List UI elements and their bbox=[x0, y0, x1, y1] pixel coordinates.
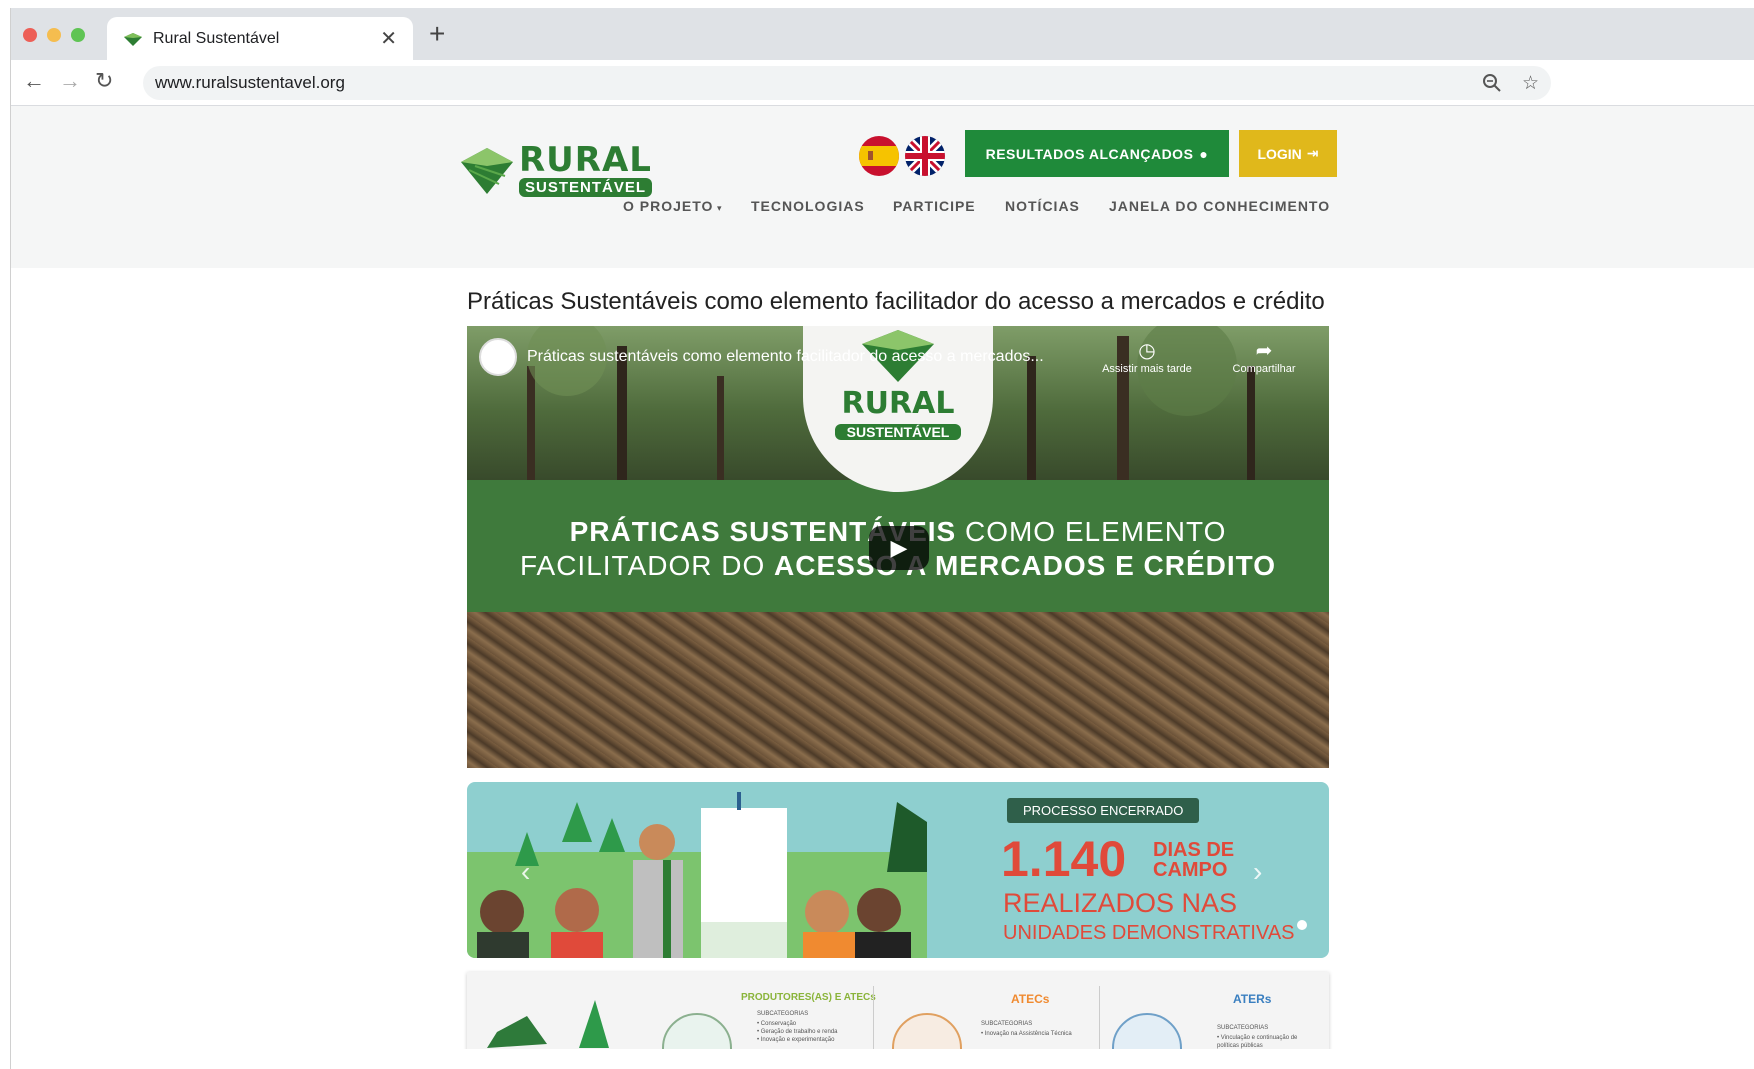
site-header: RURAL SUSTENTÁVEL RESULTADOS ALCANÇADOS … bbox=[11, 106, 1754, 268]
banner-line2: UNIDADES DEMONSTRATIVAS bbox=[1003, 922, 1295, 944]
info-divider bbox=[1099, 986, 1100, 1049]
info-col1-sub-label: SUBCATEGORIAS bbox=[757, 1011, 809, 1017]
tab-close-icon[interactable]: ✕ bbox=[380, 26, 397, 51]
nav-item-participe[interactable]: PARTICIPE bbox=[893, 198, 976, 214]
info-col3-title: ATERs bbox=[1233, 992, 1272, 1006]
info-divider bbox=[873, 986, 874, 1049]
maximize-window-button[interactable] bbox=[71, 28, 85, 42]
info-col1-title: PRODUTORES(AS) E ATECs bbox=[741, 992, 876, 1003]
back-icon[interactable]: ← bbox=[23, 68, 45, 94]
status-badge: PROCESSO ENCERRADO bbox=[1007, 798, 1200, 823]
zoom-icon[interactable] bbox=[1482, 73, 1502, 93]
banner-illustration bbox=[467, 782, 927, 958]
video-headline-rest1: COMO ELEMENTO bbox=[956, 516, 1227, 547]
tab-bar: Rural Sustentável ✕ + bbox=[11, 8, 1754, 60]
video-leaf-ground bbox=[467, 612, 1329, 768]
categories-infographic: PRODUTORES(AS) E ATECs SUBCATEGORIAS • C… bbox=[467, 972, 1329, 1049]
carousel-prev-icon[interactable]: ‹ bbox=[521, 856, 530, 888]
nav-projeto-label: O PROJETO bbox=[623, 198, 714, 214]
info-col3-sub-label: SUBCATEGORIAS bbox=[1217, 1025, 1269, 1031]
browser-tab[interactable]: Rural Sustentável ✕ bbox=[107, 17, 413, 60]
window-controls bbox=[23, 28, 85, 42]
browser-window: Rural Sustentável ✕ + ← → ↻ www.ruralsus… bbox=[10, 8, 1754, 1069]
login-button-label: LOGIN bbox=[1257, 145, 1302, 162]
watch-later-label: Assistir mais tarde bbox=[1102, 363, 1192, 375]
nav-item-projeto[interactable]: O PROJETO ▾ bbox=[623, 198, 722, 214]
logo-rural-text: RURAL bbox=[519, 140, 652, 180]
uk-flag-icon[interactable] bbox=[905, 136, 945, 176]
days-line1: DIAS DE bbox=[1153, 839, 1235, 861]
results-button[interactable]: RESULTADOS ALCANÇADOS ● bbox=[965, 130, 1229, 177]
close-window-button[interactable] bbox=[23, 28, 37, 42]
video-headline-start2: FACILITADOR DO bbox=[519, 550, 775, 581]
logo-emblem-icon bbox=[461, 148, 513, 194]
site-favicon-icon bbox=[124, 32, 142, 46]
infographic-illustration bbox=[487, 1000, 1182, 1049]
play-button[interactable]: ▶ bbox=[869, 526, 929, 570]
share-label: Compartilhar bbox=[1232, 363, 1296, 375]
video-headline-bold2: ACESSO A MERCADOS E CRÉDITO bbox=[774, 550, 1277, 581]
video-logo-sustentavel: SUSTENTÁVEL bbox=[835, 424, 961, 440]
channel-avatar[interactable] bbox=[479, 338, 517, 376]
logo-sustentavel-text: SUSTENTÁVEL bbox=[519, 178, 653, 197]
info-col2-items: • Inovação na Assistência Técnica bbox=[981, 1031, 1072, 1037]
results-carousel-banner[interactable]: ‹ › PROCESSO ENCERRADO 1.140 DIAS DE CAM… bbox=[467, 782, 1329, 958]
play-icon: ▶ bbox=[890, 535, 908, 560]
info-col1-items: • Conservação • Geração de trabalho e re… bbox=[757, 1021, 838, 1043]
bookmark-star-icon[interactable]: ☆ bbox=[1522, 72, 1539, 95]
nav-item-tecnologias[interactable]: TECNOLOGIAS bbox=[751, 198, 865, 214]
video-top-bar: Práticas sustentáveis como elemento faci… bbox=[467, 326, 1329, 386]
dropdown-caret-icon: ▾ bbox=[713, 203, 723, 213]
location-pin-icon: ● bbox=[1199, 145, 1209, 162]
watch-later-button[interactable]: ◷ Assistir mais tarde bbox=[1097, 338, 1197, 375]
nav-item-noticias[interactable]: NOTÍCIAS bbox=[1005, 198, 1080, 214]
video-logo-rural: RURAL bbox=[841, 386, 955, 421]
site-logo[interactable]: RURAL SUSTENTÁVEL bbox=[459, 140, 669, 200]
video-player[interactable]: RURAL SUSTENTÁVEL PRÁTICAS SUSTENTÁVEIS … bbox=[467, 326, 1329, 768]
days-line2: CAMPO bbox=[1153, 859, 1228, 881]
minimize-window-button[interactable] bbox=[47, 28, 61, 42]
browser-toolbar: ← → ↻ www.ruralsustentavel.org ☆ bbox=[11, 60, 1754, 106]
clock-icon: ◷ bbox=[1138, 340, 1156, 362]
share-arrow-icon: ➦ bbox=[1255, 340, 1273, 362]
share-button[interactable]: ➦ Compartilhar bbox=[1219, 338, 1309, 375]
carousel-next-icon[interactable]: › bbox=[1253, 856, 1262, 888]
tab-title: Rural Sustentável bbox=[153, 29, 280, 47]
web-page: RURAL SUSTENTÁVEL RESULTADOS ALCANÇADOS … bbox=[11, 106, 1754, 1049]
login-button[interactable]: LOGIN ⇥ bbox=[1239, 130, 1337, 177]
address-bar[interactable]: www.ruralsustentavel.org ☆ bbox=[143, 66, 1551, 100]
info-col2-sub-label: SUBCATEGORIAS bbox=[981, 1021, 1033, 1027]
reload-icon[interactable]: ↻ bbox=[95, 68, 113, 94]
carousel-dot[interactable] bbox=[1297, 920, 1307, 930]
results-button-label: RESULTADOS ALCANÇADOS bbox=[985, 145, 1194, 162]
page-title: Práticas Sustentáveis como elemento faci… bbox=[467, 288, 1325, 315]
url-text: www.ruralsustentavel.org bbox=[155, 73, 345, 92]
field-days-count: 1.140 bbox=[1001, 831, 1127, 887]
login-arrow-icon: ⇥ bbox=[1306, 145, 1319, 161]
info-col3-items: • Vinculação e continuação de políticas … bbox=[1217, 1035, 1298, 1049]
field-days-label: DIAS DE CAMPO bbox=[1153, 840, 1234, 880]
spanish-flag-icon[interactable] bbox=[859, 136, 899, 176]
forward-icon[interactable]: → bbox=[59, 68, 81, 94]
info-col2-title: ATECs bbox=[1011, 992, 1050, 1006]
nav-item-janela[interactable]: JANELA DO CONHECIMENTO bbox=[1109, 198, 1330, 214]
new-tab-button[interactable]: + bbox=[429, 20, 445, 48]
banner-line1: REALIZADOS NAS bbox=[1003, 888, 1238, 918]
video-caption[interactable]: Práticas sustentáveis como elemento faci… bbox=[527, 348, 1044, 366]
